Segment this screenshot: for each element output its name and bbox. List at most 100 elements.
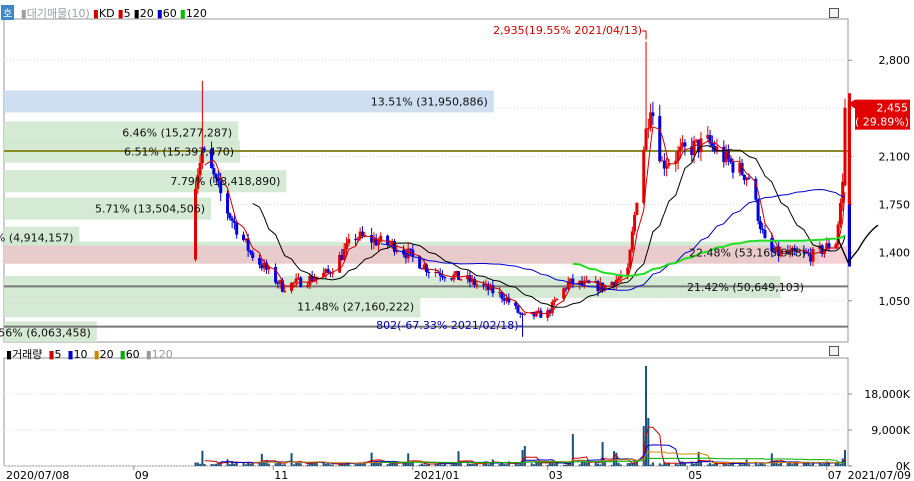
volume-bar — [695, 463, 698, 466]
x-tick-label: 07 — [828, 469, 842, 481]
volume-bar — [795, 463, 798, 466]
candle-body — [747, 177, 751, 179]
volume-bar — [199, 463, 202, 466]
volume-bar — [546, 464, 549, 466]
volume-bar — [420, 463, 423, 466]
candle-body — [633, 214, 637, 232]
volume-bar — [203, 463, 206, 466]
volume-bar — [196, 462, 199, 466]
overhang-label: 11.48% (27,160,222) — [297, 300, 414, 313]
maximize-price-icon[interactable] — [829, 8, 839, 18]
candle-body — [290, 282, 294, 292]
overhang-label: 2.08% (4,914,157) — [0, 232, 73, 245]
volume-bar — [757, 464, 760, 466]
candle-body — [678, 146, 682, 151]
volume-bar — [791, 464, 794, 466]
volume-bar — [665, 463, 668, 466]
candle-body — [553, 300, 557, 302]
legend-item[interactable]: ▮20 — [134, 7, 154, 20]
stock-chart: 1,0501,4001,7502,1002,4502,8002,455( 29.… — [0, 18, 911, 481]
volume-bar — [279, 462, 282, 466]
volume-pane[interactable] — [3, 357, 849, 467]
candle-body — [617, 278, 621, 280]
volume-bar — [725, 464, 728, 466]
candle-body — [326, 269, 330, 273]
volume-bar — [809, 464, 812, 466]
candle-body — [811, 249, 815, 262]
volume-bar — [505, 464, 508, 466]
candle-body — [658, 116, 662, 162]
volume-legend-item[interactable]: ▮20 — [94, 348, 117, 361]
volume-bar — [244, 464, 247, 466]
candle-body — [635, 202, 639, 215]
volume-bar — [233, 463, 236, 466]
volume-legend-item[interactable]: ▮10 — [68, 348, 91, 361]
candle-body — [523, 313, 527, 315]
volume-legend-item[interactable]: ▮5 — [48, 348, 64, 361]
candle-body — [388, 243, 392, 245]
y-tick-label: 1,050 — [879, 295, 911, 308]
volume-bar — [578, 464, 581, 466]
volume-bar — [306, 464, 309, 466]
overhang-label: 5.71% (13,504,506) — [95, 203, 205, 216]
overhang-label: 6.46% (15,277,287) — [122, 126, 232, 139]
volume-bar — [530, 463, 533, 466]
volume-bar — [441, 464, 444, 466]
chip-icon[interactable]: 호 — [1, 5, 15, 20]
volume-legend-item[interactable]: ▮거래량 — [6, 348, 45, 361]
volume-bar — [747, 464, 750, 466]
candle-body — [344, 243, 348, 250]
maximize-volume-icon[interactable] — [829, 346, 839, 356]
volume-legend-item[interactable]: ▮120 — [146, 348, 176, 361]
volume-bar — [503, 464, 506, 466]
candle-body — [644, 128, 648, 150]
x-tick-label: 11 — [274, 469, 288, 481]
volume-bar — [281, 464, 284, 466]
volume-bar — [601, 442, 604, 466]
volume-bar — [709, 462, 712, 466]
volume-bar — [553, 463, 556, 466]
volume-bar — [626, 463, 629, 466]
y-tick-label: 2,100 — [879, 150, 911, 163]
legend-item[interactable]: ▮120 — [180, 7, 207, 20]
legend-item[interactable]: ▮5 — [118, 7, 131, 20]
candle-body — [248, 250, 252, 253]
volume-bar — [219, 461, 222, 466]
candle-body — [683, 142, 687, 147]
volume-tick-label: 9,000K — [871, 424, 910, 437]
volume-bar — [537, 462, 540, 466]
volume-bar — [741, 464, 744, 466]
y-tick-label: 1,750 — [879, 199, 911, 212]
volume-bar — [194, 462, 197, 466]
overhang-label: 6.51% (15,397,470) — [124, 146, 234, 159]
candle-body — [630, 231, 634, 250]
volume-bar — [681, 461, 684, 466]
volume-bar — [500, 463, 503, 466]
candle-body — [283, 291, 287, 293]
candle-body — [194, 188, 198, 260]
legend-item[interactable]: ▮KD — [93, 7, 115, 20]
legend-item[interactable]: ▮대기매물(10) — [21, 7, 90, 20]
volume-bar — [283, 464, 286, 466]
overhang-label: 22.48% (53,165,948) — [689, 247, 806, 260]
candle-body — [651, 112, 655, 117]
candle-body — [228, 213, 232, 219]
volume-bar — [839, 463, 842, 466]
volume-tick-label: 18,000K — [864, 388, 910, 401]
volume-bar — [274, 463, 277, 466]
overhang-label: 2.56% (6,063,458) — [0, 326, 91, 339]
candle-body — [230, 218, 234, 221]
volume-legend-item[interactable]: ▮60 — [120, 348, 143, 361]
volume-bar — [821, 464, 824, 466]
legend-item[interactable]: ▮60 — [157, 7, 177, 20]
volume-bar — [407, 453, 410, 466]
volume-bar — [263, 462, 266, 466]
volume-bar — [565, 464, 567, 466]
candle-body — [457, 271, 461, 280]
volume-bar — [468, 463, 471, 466]
candle-body — [646, 128, 650, 130]
high-annotation: 2,935(19.55% 2021/04/13) — [493, 24, 642, 37]
last-price-label: 2,455 — [877, 102, 909, 115]
volume-bar — [727, 464, 730, 466]
volume-bar — [267, 463, 270, 466]
